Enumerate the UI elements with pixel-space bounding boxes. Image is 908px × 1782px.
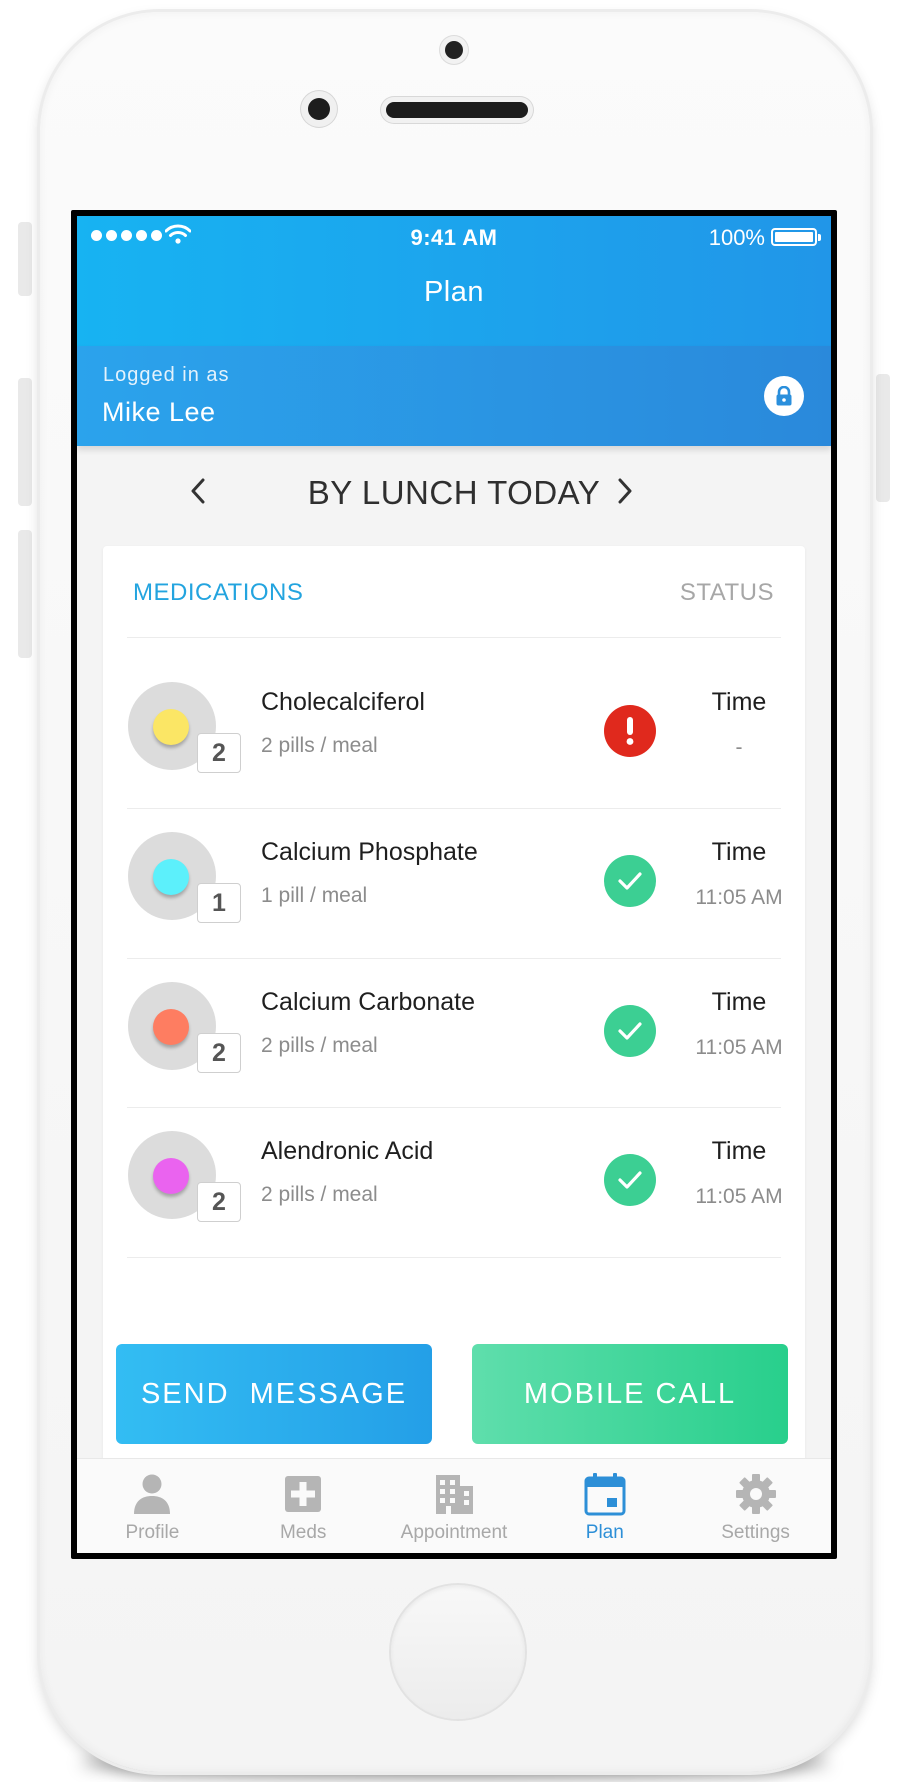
medication-name: Cholecalciferol [261,688,425,716]
building-icon [435,1475,473,1514]
side-button-right [876,374,890,502]
next-period-button[interactable] [610,473,640,509]
lock-icon [776,386,792,406]
logged-in-label: Logged in as [103,364,230,386]
medication-row[interactable]: 1 Calcium Phosphate 1 pill / meal Time 1… [103,788,805,958]
front-camera [445,41,463,59]
tab-bar: Profile Meds Appointment Plan Settings [77,1458,831,1553]
chevron-right-icon [618,478,632,504]
checkmark-icon [604,1005,656,1057]
warning-icon [604,705,656,757]
proximity-sensor [308,98,330,120]
tab-meds[interactable]: Meds [228,1459,379,1553]
gear-icon [735,1474,776,1514]
earpiece-speaker [386,102,528,118]
pill-color-swatch [153,1009,189,1045]
battery-icon [771,228,821,246]
medical-cross-icon [285,1476,322,1512]
tab-label: Plan [585,1522,624,1543]
lock-button[interactable] [764,376,804,416]
side-button-left-top [18,222,32,296]
app-screen: 9:41 AM 100% Plan Logged in as Mike Lee [77,216,831,1553]
side-button-left-low [18,530,32,658]
period-title: BY LUNCH TODAY [307,474,601,511]
tab-profile[interactable]: Profile [77,1459,228,1553]
person-icon [134,1474,171,1514]
app-header: 9:41 AM 100% Plan [77,216,831,346]
medication-dose: 2 pills / meal [261,1183,378,1206]
pill-color-swatch [153,859,189,895]
pill-badge: 2 [128,1131,241,1222]
user-bar: Logged in as Mike Lee [77,346,831,446]
mobile-call-button[interactable]: MOBILE CALL [472,1344,788,1444]
pill-badge: 2 [128,682,241,773]
calendar-icon [584,1473,626,1516]
page-title: Plan [423,276,485,308]
pill-count: 2 [197,1182,241,1222]
pill-count: 2 [197,1033,241,1073]
checkmark-icon [604,1154,656,1206]
medication-row[interactable]: 2 Calcium Carbonate 2 pills / meal Time … [103,938,805,1108]
divider [127,1257,781,1258]
screen-frame: 9:41 AM 100% Plan Logged in as Mike Lee [71,210,837,1559]
tab-plan[interactable]: Plan [529,1459,680,1553]
pill-badge: 2 [128,982,241,1073]
pill-badge: 1 [128,832,241,923]
status-bar: 9:41 AM 100% [77,216,831,256]
side-button-left-mid [18,378,32,506]
time-value: - [735,736,743,759]
checkmark-icon [604,855,656,907]
home-button[interactable] [391,1585,525,1719]
medication-dose: 2 pills / meal [261,1034,378,1057]
tab-label: Profile [125,1522,180,1543]
medication-name: Calcium Carbonate [261,988,475,1016]
pill-color-swatch [153,1158,189,1194]
tab-label: Meds [279,1522,327,1543]
time-label: Time [711,988,767,1016]
time-value: 11:05 AM [695,1185,783,1208]
time-label: Time [711,1137,767,1165]
medication-name: Calcium Phosphate [261,838,478,866]
period-navigation: BY LUNCH TODAY [77,446,831,536]
tab-label: Settings [721,1522,790,1543]
medication-name: Alendronic Acid [261,1137,434,1165]
tab-label: Appointment [400,1522,508,1543]
medications-column-header: MEDICATIONS [133,579,304,606]
battery-percentage: 100% [708,225,765,250]
medication-row[interactable]: 2 Cholecalciferol 2 pills / meal Time - [103,638,805,808]
medication-dose: 1 pill / meal [261,884,368,907]
medication-row[interactable]: 2 Alendronic Acid 2 pills / meal Time 11… [103,1087,805,1257]
time-label: Time [711,838,767,866]
tab-settings[interactable]: Settings [680,1459,831,1553]
send-message-button[interactable]: SEND MESSAGE [116,1344,432,1444]
time-label: Time [711,688,767,716]
pill-count: 1 [197,883,241,923]
pill-count: 2 [197,733,241,773]
medication-dose: 2 pills / meal [261,734,378,757]
status-column-header: STATUS [679,579,774,606]
table-header: MEDICATIONS STATUS [103,546,805,638]
user-name: Mike Lee [102,397,216,427]
pill-color-swatch [153,709,189,745]
time-value: 11:05 AM [695,886,783,909]
time-value: 11:05 AM [695,1036,783,1059]
tab-appointment[interactable]: Appointment [379,1459,530,1553]
